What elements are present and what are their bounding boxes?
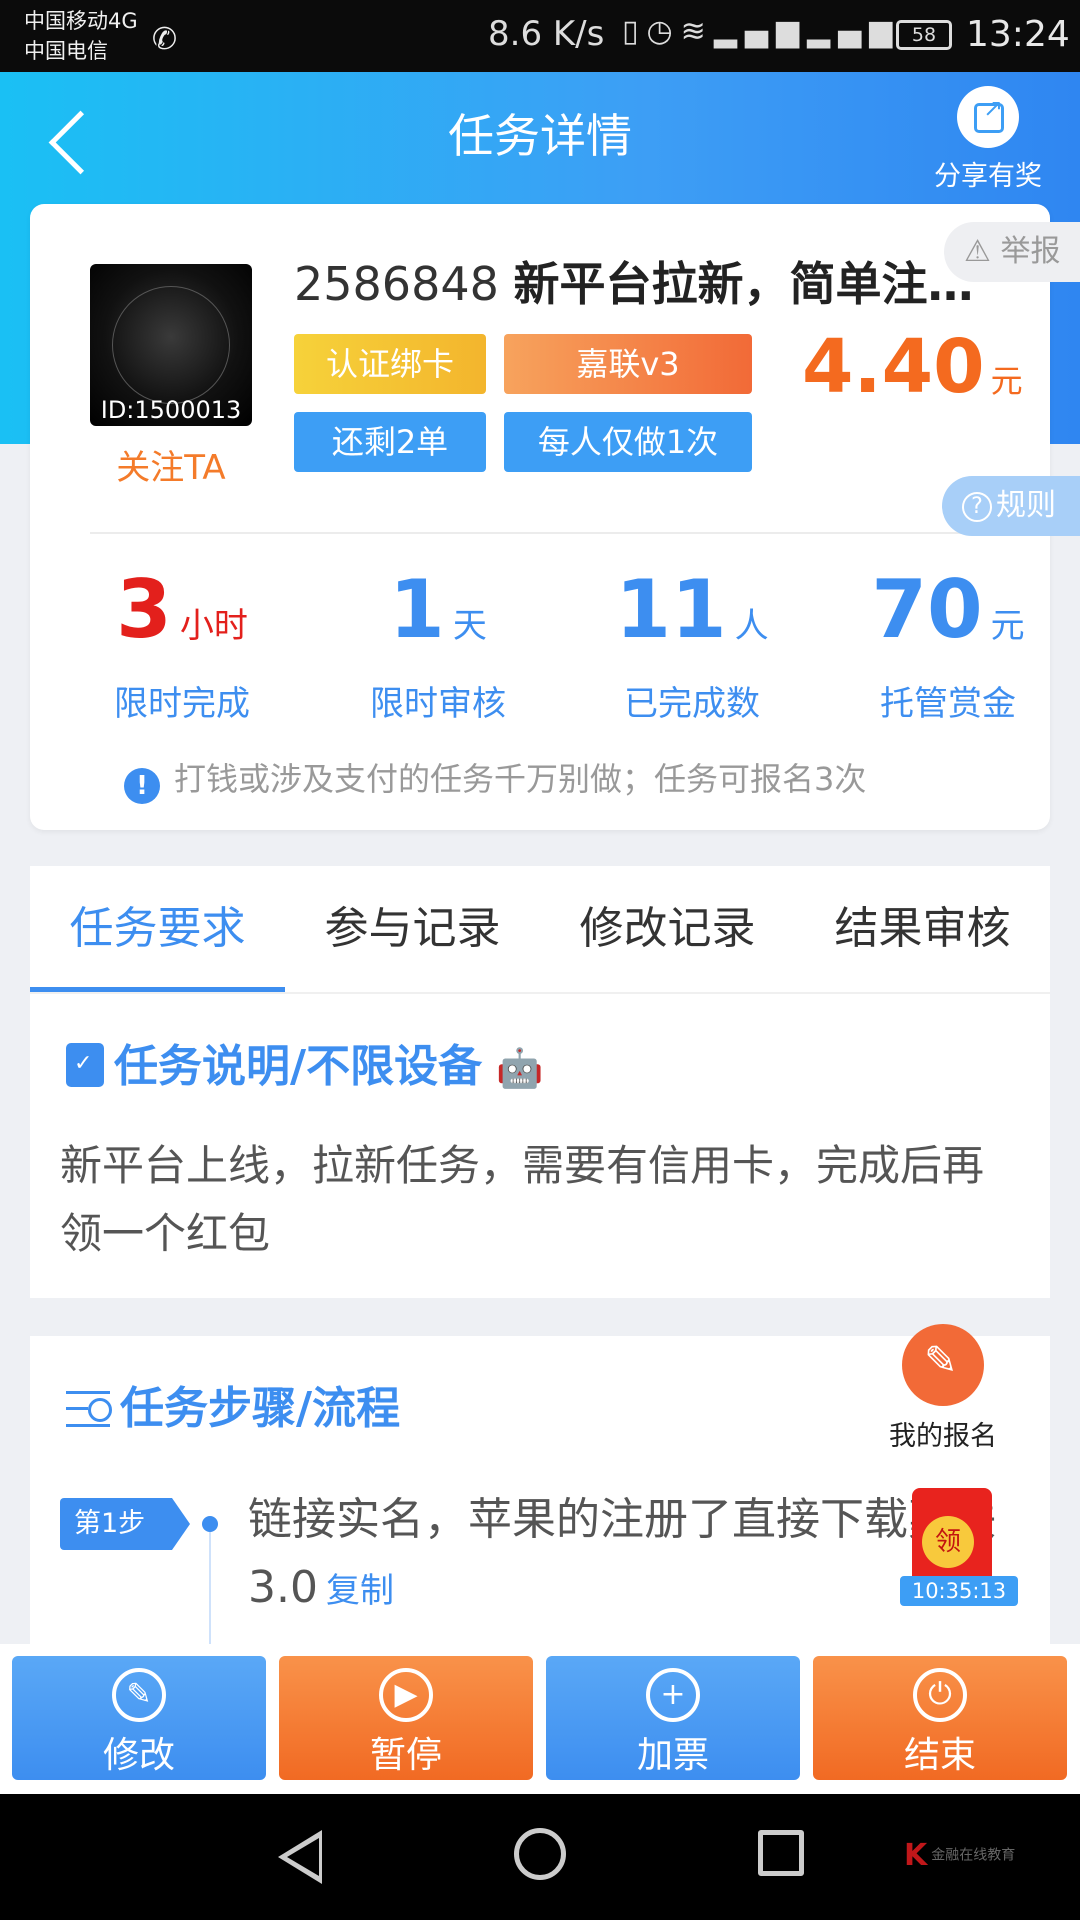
- power-icon: ⏻: [913, 1668, 967, 1722]
- carrier-1: 中国移动4G: [24, 9, 138, 33]
- warning-notice: ! 打钱或涉及支付的任务千万别做；任务可报名3次: [124, 754, 866, 804]
- question-icon: ?: [962, 491, 992, 522]
- rules-label: 规则: [996, 488, 1056, 523]
- nav-recent-icon[interactable]: [758, 1830, 804, 1876]
- my-signup-label: 我的报名: [889, 1421, 997, 1452]
- add-tickets-label: 加票: [636, 1735, 709, 1776]
- watermark: K 金融在线教育: [904, 1838, 1015, 1873]
- nav-back-icon[interactable]: [278, 1830, 322, 1884]
- report-button[interactable]: ⚠ 举报: [944, 222, 1080, 282]
- avatar-id: ID:1500013: [100, 396, 242, 424]
- edit-icon: ✎: [112, 1668, 166, 1722]
- battery-icon: 58: [896, 20, 952, 50]
- watermark-logo: K: [904, 1838, 928, 1873]
- stat-label: 托管赏金: [880, 684, 1016, 724]
- tab-modifications[interactable]: 修改记录: [540, 866, 795, 992]
- price-unit: 元: [990, 362, 1023, 400]
- exclamation-icon: !: [124, 768, 160, 804]
- warning-text: 打钱或涉及支付的任务千万别做；任务可报名3次: [174, 760, 867, 798]
- watermark-text: 金融在线教育: [931, 1847, 1016, 1864]
- edit-button[interactable]: ✎ 修改: [12, 1656, 266, 1780]
- share-label: 分享有奖: [934, 161, 1042, 192]
- list-search-icon: [66, 1391, 112, 1427]
- edit-document-icon: [902, 1324, 984, 1406]
- copy-link[interactable]: 复制: [326, 1571, 394, 1611]
- task-name: 新平台拉新，简单注…: [513, 257, 974, 311]
- tabs-divider: [30, 992, 1050, 994]
- edit-label: 修改: [102, 1735, 175, 1776]
- report-label: 举报: [1000, 234, 1061, 269]
- plus-icon: +: [646, 1668, 700, 1722]
- requirement-title: 任务说明/不限设备 🤖: [66, 1030, 557, 1094]
- carrier-info: 中国移动4G 中国电信: [24, 6, 138, 66]
- tab-review[interactable]: 结果审核: [795, 866, 1050, 992]
- pause-label: 暂停: [369, 1735, 442, 1776]
- share-icon: [957, 86, 1019, 148]
- step-dot: [202, 1516, 218, 1532]
- stat-value: 70: [871, 563, 983, 656]
- pause-button[interactable]: ▶ 暂停: [279, 1656, 533, 1780]
- rules-button[interactable]: ? 规则: [942, 476, 1080, 536]
- call-icon: ✆: [152, 22, 178, 57]
- stat-label: 已完成数: [624, 684, 760, 724]
- follow-button[interactable]: 关注TA: [90, 440, 252, 489]
- avatar[interactable]: ID:1500013: [90, 264, 252, 426]
- my-signup-button[interactable]: 我的报名: [868, 1324, 1018, 1453]
- requirement-title-text: 任务说明/不限设备: [114, 1041, 483, 1092]
- stat-unit: 人: [734, 606, 769, 646]
- red-packet-timer: 10:35:13: [900, 1576, 1018, 1606]
- divider: [90, 532, 1002, 534]
- stat-unit: 小时: [179, 606, 248, 646]
- add-tickets-button[interactable]: + 加票: [546, 1656, 800, 1780]
- steps-title: 任务步骤/流程: [66, 1372, 400, 1436]
- task-price: 4.40 元: [802, 324, 1042, 410]
- signal-icons: ▯◷≋▂▄▆▂▄▆: [622, 14, 901, 49]
- stat-label: 限时完成: [114, 684, 250, 724]
- tab-participation[interactable]: 参与记录: [285, 866, 540, 992]
- stat-label: 限时审核: [370, 684, 506, 724]
- warning-triangle-icon: ⚠: [964, 234, 991, 269]
- red-packet-seal: 领: [922, 1516, 974, 1568]
- stat-escrow: 70 元 托管赏金: [838, 562, 1058, 725]
- status-bar: 中国移动4G 中国电信 ✆ 8.6 K/s ▯◷≋▂▄▆▂▄▆ 58 13:24: [0, 0, 1080, 72]
- pause-icon: ▶: [379, 1668, 433, 1722]
- tag-platform: 嘉联v3: [504, 334, 752, 394]
- step-badge: 第1步: [60, 1498, 190, 1550]
- stat-value: 1: [389, 563, 445, 656]
- task-summary-card: ID:1500013 关注TA 2586848 新平台拉新，简单注… 认证绑卡 …: [30, 204, 1050, 830]
- android-icon: 🤖: [496, 1046, 544, 1090]
- nav-home-icon[interactable]: [514, 1828, 566, 1880]
- system-nav-bar: K 金融在线教育: [0, 1794, 1080, 1920]
- stat-unit: 天: [452, 606, 487, 646]
- tag-remaining: 还剩2单: [294, 412, 486, 472]
- tab-requirements[interactable]: 任务要求: [30, 866, 285, 992]
- tag-verify-card: 认证绑卡: [294, 334, 486, 394]
- net-speed: 8.6 K/s: [488, 14, 605, 54]
- share-button[interactable]: 分享有奖: [928, 86, 1048, 193]
- end-label: 结束: [903, 1735, 976, 1776]
- clipboard-icon: [66, 1043, 104, 1087]
- action-bar: ✎ 修改 ▶ 暂停 + 加票 ⏻ 结束: [0, 1644, 1080, 1794]
- steps-title-text: 任务步骤/流程: [120, 1383, 401, 1434]
- requirement-text: 新平台上线，拉新任务，需要有信用卡，完成后再领一个红包: [60, 1141, 985, 1258]
- carrier-2: 中国电信: [24, 39, 108, 63]
- end-button[interactable]: ⏻ 结束: [813, 1656, 1067, 1780]
- tabs-card: 任务要求 参与记录 修改记录 结果审核 任务说明/不限设备 🤖 新平台上线，拉新任…: [30, 866, 1050, 1298]
- task-number: 2586848: [294, 257, 499, 311]
- task-title: 2586848 新平台拉新，简单注…: [294, 248, 1034, 314]
- page-title: 任务详情: [448, 109, 632, 163]
- stat-value: 11: [615, 563, 727, 656]
- step-timeline: [209, 1532, 211, 1656]
- red-packet-button[interactable]: 领 10:35:13: [892, 1488, 1022, 1606]
- price-value: 4.40: [802, 324, 985, 410]
- stat-unit: 元: [990, 606, 1025, 646]
- tag-limit: 每人仅做1次: [504, 412, 752, 472]
- stat-time-limit: 3 小时 限时完成: [72, 562, 292, 725]
- clock: 13:24: [966, 14, 1070, 55]
- stat-review-limit: 1天 限时审核: [328, 562, 548, 725]
- stat-completed: 11 人 已完成数: [582, 562, 802, 725]
- stat-value: 3: [116, 563, 172, 656]
